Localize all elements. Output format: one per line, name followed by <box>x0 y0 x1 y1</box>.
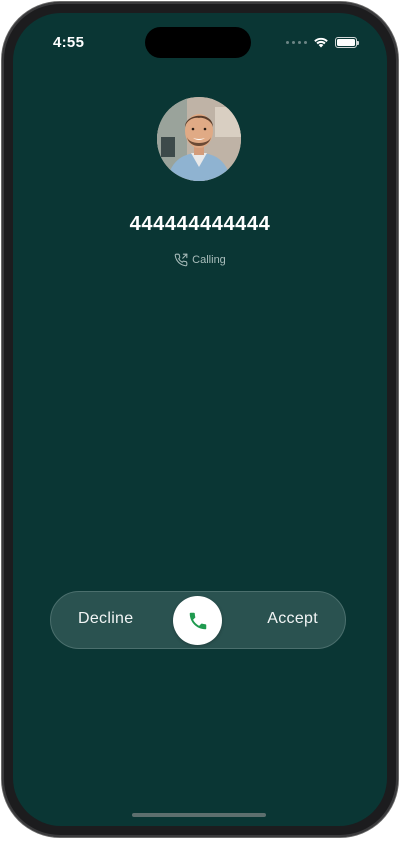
dynamic-island <box>145 27 251 58</box>
caller-number: 444444444444 <box>129 213 271 235</box>
phone-icon <box>189 612 206 629</box>
call-status: Calling <box>13 253 387 267</box>
accept-label[interactable]: Accept <box>267 610 318 628</box>
status-icons <box>286 36 359 48</box>
wifi-icon <box>314 37 328 48</box>
decline-label[interactable]: Decline <box>78 610 133 628</box>
call-screen: 4:55 444444444444 Calling Decline Accept <box>13 13 387 826</box>
phone-device: 4:55 444444444444 Calling Decline Accept <box>0 0 400 841</box>
caller-avatar <box>157 97 241 181</box>
outgoing-call-icon <box>174 253 188 267</box>
signal-dots-icon <box>286 40 307 44</box>
answer-slider[interactable]: Decline Accept <box>50 591 346 649</box>
slider-knob[interactable] <box>173 596 222 645</box>
status-time: 4:55 <box>53 34 85 51</box>
call-status-label: Calling <box>192 254 226 266</box>
battery-icon <box>335 36 359 48</box>
home-indicator[interactable] <box>132 813 266 817</box>
